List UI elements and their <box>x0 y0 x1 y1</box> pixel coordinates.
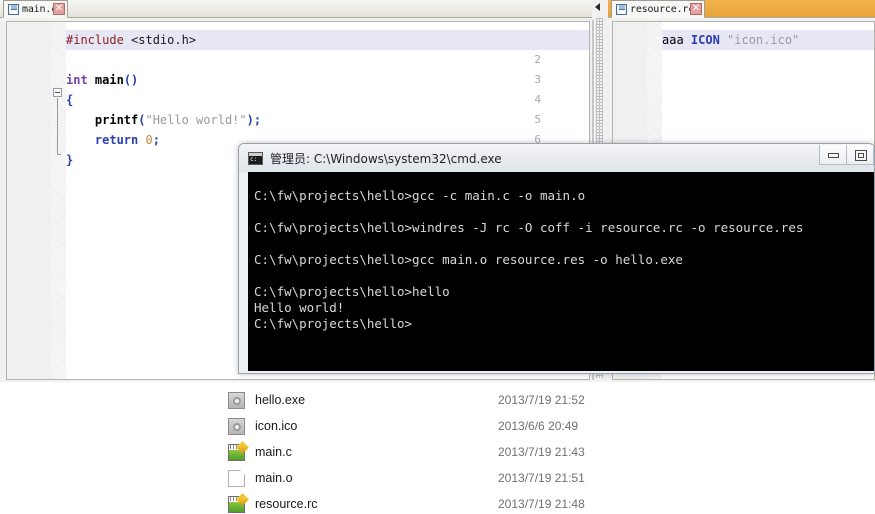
code-line: 4{ <box>7 90 589 110</box>
file-row[interactable]: main.o 2013/7/19 21:51 <box>228 466 648 490</box>
file-name: resource.rc <box>255 497 318 511</box>
code-line: 1#include <stdio.h> <box>7 30 589 50</box>
tab-main-c[interactable]: main.c ✕ <box>3 0 68 18</box>
code-token: ICON <box>690 33 720 47</box>
console-line: C:\fw\projects\hello>windres -J rc -O co… <box>254 220 804 235</box>
tab-bar-right: resource.rc ✕ <box>608 0 875 18</box>
file-date: 2013/7/19 21:52 <box>498 393 585 407</box>
command-prompt-window[interactable]: 管理员: C:\Windows\system32\cmd.exe C:\fw\p… <box>238 143 875 374</box>
code-line-text: { <box>66 90 589 110</box>
window-title: 管理员: C:\Windows\system32\cmd.exe <box>270 151 502 166</box>
code-line: 3 int main() <box>7 70 589 90</box>
source-file-icon <box>228 443 245 461</box>
file-name: icon.ico <box>255 419 298 433</box>
file-date: 2013/7/19 21:43 <box>498 445 585 459</box>
collapse-left-arrow-icon[interactable] <box>595 3 600 11</box>
console-line: C:\fw\projects\hello>gcc main.o resource… <box>254 252 683 267</box>
file-row[interactable]: hello.exe 2013/7/19 21:52 <box>228 388 648 412</box>
code-token: ) <box>246 113 254 127</box>
code-token: <stdio.h> <box>131 33 197 47</box>
code-line-text: int main() <box>66 70 589 90</box>
code-token: "Hello world!" <box>145 113 247 127</box>
file-date: 2013/6/6 20:49 <box>498 419 579 433</box>
code-token: { <box>66 93 74 107</box>
code-token: return <box>66 133 139 147</box>
binary-file-icon <box>228 391 245 409</box>
icon-file-icon <box>228 417 245 435</box>
code-token: () <box>123 73 139 87</box>
code-line: 1aaa ICON "icon.ico" <box>613 30 874 50</box>
code-token: } <box>66 153 74 167</box>
code-token: ; <box>253 113 262 127</box>
code-token: 0 <box>138 133 153 147</box>
code-line: 5 printf("Hello world!"); <box>7 110 589 130</box>
code-token: int <box>66 73 88 87</box>
file-name: hello.exe <box>255 393 306 407</box>
console-output[interactable]: C:\fw\projects\hello>gcc -c main.c -o ma… <box>248 172 874 371</box>
file-date: 2013/7/19 21:51 <box>498 471 585 485</box>
tab-label: main.c <box>22 3 57 15</box>
code-line: 2 <box>7 50 589 70</box>
console-line: C:\fw\projects\hello>hello <box>254 284 450 299</box>
tab-label: resource.rc <box>630 3 695 15</box>
code-token: ; <box>152 133 160 147</box>
file-name: main.c <box>255 445 292 459</box>
code-token: printf <box>66 113 139 127</box>
close-icon[interactable]: ✕ <box>52 3 65 15</box>
code-token: aaa <box>662 33 691 47</box>
source-file-icon <box>228 495 245 513</box>
code-line-text: #include <stdio.h> <box>66 30 589 50</box>
console-line: Hello world! <box>254 300 345 315</box>
file-date: 2013/7/19 21:48 <box>498 497 585 511</box>
save-disk-icon <box>8 3 19 15</box>
file-row[interactable]: main.c 2013/7/19 21:43 <box>228 440 648 464</box>
code-token: main <box>87 73 124 87</box>
console-line: C:\fw\projects\hello>gcc -c main.c -o ma… <box>254 188 586 203</box>
tab-bar-left: main.c ✕ <box>0 0 592 18</box>
console-line: C:\fw\projects\hello> <box>254 316 413 331</box>
code-line-text: printf("Hello world!"); <box>66 110 589 130</box>
console-icon <box>248 151 263 165</box>
screenshot-root: main.c ✕ 1#include <stdio.h>23int main()… <box>0 0 875 514</box>
maximize-button[interactable] <box>846 145 874 165</box>
save-disk-icon <box>616 3 627 15</box>
minimize-button[interactable] <box>819 145 847 165</box>
object-file-icon <box>228 469 245 487</box>
close-icon[interactable]: ✕ <box>690 3 703 15</box>
window-title-bar[interactable]: 管理员: C:\Windows\system32\cmd.exe <box>239 144 874 172</box>
file-row[interactable]: resource.rc 2013/7/19 21:48 <box>228 492 648 514</box>
file-row[interactable]: icon.ico 2013/6/6 20:49 <box>228 414 648 438</box>
code-token: "icon.ico" <box>719 33 800 47</box>
window-controls <box>819 145 874 165</box>
file-list[interactable]: hello.exe 2013/7/19 21:52 icon.ico 2013/6/6… <box>0 382 875 514</box>
code-token: #include <box>66 33 132 47</box>
code-line-text <box>66 50 589 70</box>
tab-resource-rc[interactable]: resource.rc ✕ <box>611 0 706 18</box>
code-line-text: aaa ICON "icon.ico" <box>662 30 874 50</box>
file-name: main.o <box>255 471 293 485</box>
